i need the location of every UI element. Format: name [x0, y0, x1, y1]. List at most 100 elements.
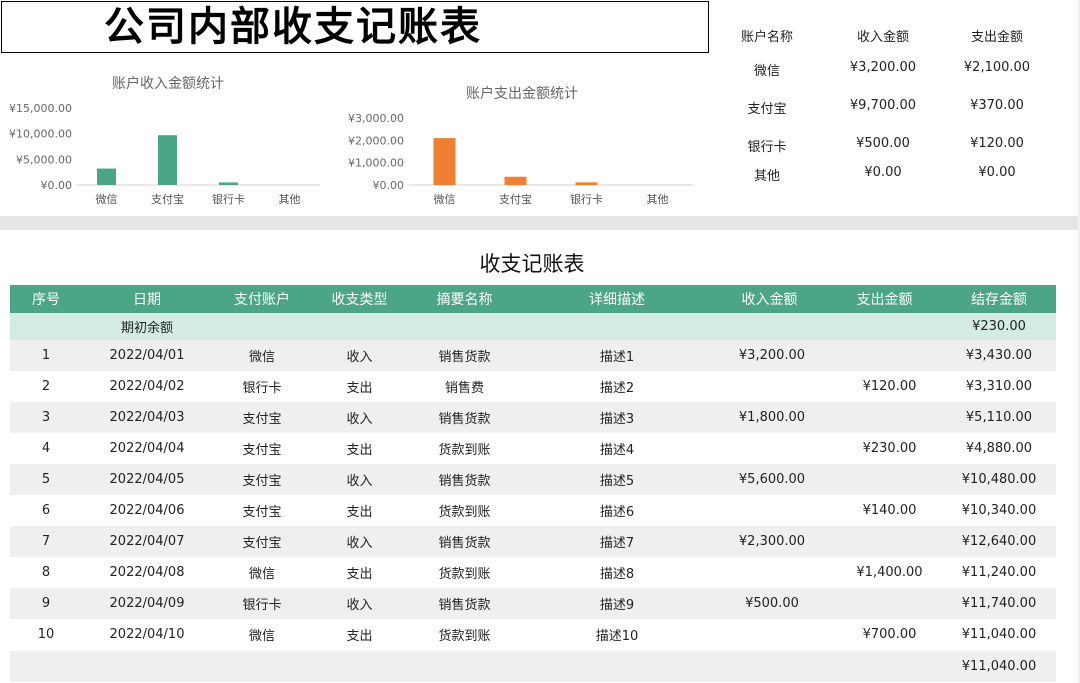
table-cell: 收入	[346, 598, 373, 613]
header-cell: 支付账户	[234, 292, 290, 308]
table-cell: ¥1,400.00	[856, 565, 923, 580]
bar-支付宝	[504, 176, 527, 185]
table-cell: 收入	[346, 474, 373, 489]
bar-微信	[433, 138, 456, 185]
table-cell	[832, 588, 947, 619]
table-cell: 2022/04/10	[109, 627, 185, 642]
y-tick-label: ¥0.00	[373, 179, 405, 192]
table-cell: ¥10,480.00	[961, 472, 1037, 487]
header-cell: 摘要名称	[436, 292, 493, 308]
y-tick-label: ¥15,000.00	[9, 102, 72, 115]
table-cell: ¥11,040.00	[961, 627, 1037, 642]
ledger-header-row: 序号 日期 支付账户 收支类型 摘要名称 详细描述 收入金额 支出金额 结存金额	[10, 285, 1056, 313]
table-cell: 描述4	[599, 443, 635, 458]
y-tick-label: ¥1,000.00	[348, 157, 404, 170]
bar-银行卡	[575, 182, 598, 185]
table-row: 4 2022/04/04 支付宝 支出 货款到账 描述4 ¥230.00 ¥4,880.00	[10, 433, 1056, 464]
table-cell	[832, 464, 947, 495]
table-cell: ¥5,600.00	[738, 472, 806, 487]
table-cell: ¥1,800.00	[738, 410, 806, 425]
initial-balance-label: 期初余额	[120, 321, 173, 336]
table-cell: 微信	[248, 567, 275, 582]
header-cell: 详细描述	[589, 292, 645, 308]
table-cell: 2022/04/04	[109, 441, 185, 456]
x-tick-label: 微信	[96, 192, 118, 206]
table-cell: 1	[41, 348, 51, 363]
table-cell	[722, 433, 822, 464]
table-cell: 支付宝	[242, 443, 282, 458]
table-cell: 收入	[346, 536, 373, 551]
bar-银行卡	[219, 182, 238, 185]
bar-支付宝	[158, 135, 177, 185]
table-cell: 5	[41, 472, 51, 487]
summary-header-cell: 收入金额	[856, 30, 909, 45]
table-cell: ¥120.00	[862, 379, 917, 394]
table-cell: 销售货款	[438, 598, 491, 613]
table-cell: 2022/04/03	[109, 410, 185, 425]
table-cell: 3	[41, 410, 51, 425]
x-tick-label: 银行卡	[212, 192, 245, 206]
y-tick-label: ¥10,000.00	[9, 128, 72, 141]
table-cell: 2022/04/08	[109, 565, 185, 580]
table-cell: 描述1	[599, 350, 635, 365]
table-cell: 描述2	[599, 381, 635, 396]
table-cell: 销售货款	[438, 536, 491, 551]
table-cell: 微信	[248, 629, 275, 644]
table-cell: 7	[41, 534, 51, 549]
table-cell: 银行卡	[242, 381, 282, 396]
x-tick-label: 支付宝	[499, 192, 532, 206]
x-tick-label: 支付宝	[151, 192, 184, 206]
table-row: 6 2022/04/06 支付宝 支出 货款到账 描述6 ¥140.00 ¥10,340.00	[10, 495, 1056, 526]
table-cell: 支付宝	[242, 412, 282, 427]
summary-cell: ¥0.00	[864, 165, 902, 180]
table-cell: ¥3,310.00	[965, 379, 1033, 394]
table-cell: 支出	[346, 443, 373, 458]
bar-微信	[97, 168, 116, 185]
final-balance-value: ¥11,040.00	[961, 659, 1037, 674]
table-cell: 2022/04/06	[109, 503, 185, 518]
table-cell	[722, 557, 822, 588]
table-cell: 支付宝	[242, 536, 282, 551]
summary-row: 微信 ¥3,200.00 ¥2,100.00	[712, 60, 1080, 80]
table-cell: 销售货款	[438, 412, 491, 427]
table-row: 7 2022/04/07 支付宝 收入 销售货款 描述7 ¥2,300.00 ¥12,640.…	[10, 526, 1056, 557]
header-cell: 收入金额	[741, 292, 798, 308]
income-bar-chart: 账户收入金额统计 ¥0.00 ¥5,000.00 ¥10,000.00 ¥15,000.…	[9, 75, 320, 206]
table-cell: ¥5,110.00	[965, 410, 1033, 425]
table-cell: 10	[37, 627, 55, 642]
table-row: 5 2022/04/05 支付宝 收入 销售货款 描述5 ¥5,600.00 ¥10,480.…	[10, 464, 1056, 495]
y-tick-label: ¥0.00	[41, 179, 73, 192]
table-cell: 收入	[346, 412, 373, 427]
table-cell: 支付宝	[242, 474, 282, 489]
header-cell: 收支类型	[331, 292, 388, 308]
table-cell: 描述10	[595, 629, 639, 644]
x-tick-label: 其他	[279, 193, 301, 206]
table-cell	[722, 495, 822, 526]
table-row: 1 2022/04/01 微信 收入 销售货款 描述1 ¥3,200.00 ¥3,430.00	[10, 340, 1056, 371]
chart-title: 账户收入金额统计	[112, 75, 224, 92]
table-cell: ¥3,200.00	[738, 348, 806, 363]
x-tick-label: 银行卡	[570, 192, 603, 206]
summary-header-row: 账户名称 收入金额 支出金额	[712, 26, 1080, 46]
table-cell: 货款到账	[438, 505, 491, 520]
table-cell: 销售货款	[438, 350, 491, 365]
table-cell: 2022/04/02	[109, 379, 185, 394]
table-row: 9 2022/04/09 银行卡 收入 销售货款 描述9 ¥500.00 ¥11,740.00	[10, 588, 1056, 619]
table-cell: ¥230.00	[862, 441, 917, 456]
x-tick-label: 微信	[434, 192, 456, 206]
table-cell: 描述6	[599, 505, 635, 520]
table-cell: 货款到账	[438, 629, 491, 644]
table-cell: 支出	[346, 567, 373, 582]
table-cell: 销售货款	[438, 474, 491, 489]
table-cell: 2022/04/01	[109, 348, 185, 363]
summary-cell: ¥0.00	[978, 165, 1016, 180]
expense-bar-chart: 账户支出金额统计 ¥0.00 ¥1,000.00 ¥2,000.00 ¥3,000.00…	[348, 85, 693, 206]
summary-header-cell: 账户名称	[740, 30, 793, 45]
table-row: 10 2022/04/10 微信 支出 货款到账 描述10 ¥700.00 ¥11,040.0…	[10, 619, 1056, 650]
summary-cell: 其他	[753, 169, 780, 184]
table-cell: 支付宝	[242, 505, 282, 520]
table-cell: 描述7	[599, 536, 635, 551]
chart-title: 账户支出金额统计	[466, 85, 578, 102]
table-cell: ¥2,300.00	[738, 534, 806, 549]
table-cell: ¥4,880.00	[965, 441, 1033, 456]
